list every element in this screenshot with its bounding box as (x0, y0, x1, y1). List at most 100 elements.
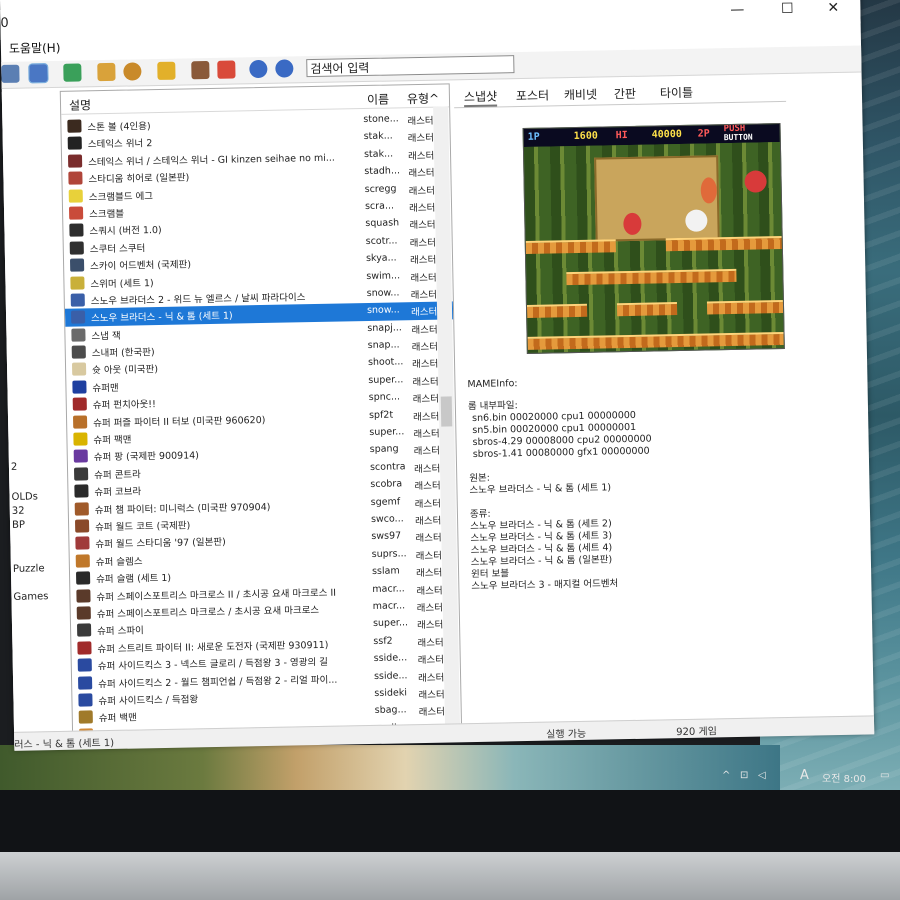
game-icon (71, 328, 86, 342)
game-icon (74, 501, 89, 516)
hud-hiscore: 40000 (651, 128, 682, 141)
input-language[interactable]: A (800, 768, 809, 783)
game-shortname: stone... (363, 113, 399, 126)
network-icon[interactable]: ⊡ (740, 770, 748, 781)
folder-item[interactable]: 2 (11, 462, 18, 473)
game-icon (77, 658, 92, 672)
game-icon (71, 362, 87, 377)
tab-marquee[interactable]: 간판 (614, 85, 636, 102)
game-shortname: suprs... (371, 548, 407, 560)
image-icon[interactable] (217, 60, 236, 79)
game-shortname: swco... (370, 513, 404, 525)
column-type[interactable]: 유형^ (407, 90, 439, 108)
snapshot-platform (706, 300, 784, 315)
snapshot-platform (616, 302, 678, 317)
column-description[interactable]: 설명 (69, 96, 91, 113)
game-type: 래스터 (414, 480, 441, 493)
game-type: 래스터 (415, 532, 442, 545)
game-shortname: scobra (370, 478, 403, 491)
game-type: 래스터 (408, 167, 435, 180)
clock[interactable]: 오전 8:00 (822, 770, 866, 785)
folder-item[interactable]: OLDs (11, 491, 38, 503)
game-type: 래스터 (416, 619, 444, 632)
game-icon (76, 623, 92, 637)
game-shortname: super... (369, 426, 405, 439)
game-shortname: snow... (366, 287, 400, 299)
game-type: 래스터 (414, 498, 442, 510)
game-type: 래스터 (418, 689, 445, 701)
game-icon (78, 693, 93, 707)
game-shortname: macr... (372, 582, 405, 595)
game-list: 설명 이름 유형^ 스톤 볼 (4인용) stone... 래스터 스테익스 위너 2… (59, 83, 463, 733)
game-icon (75, 536, 90, 551)
game-type: 래스터 (415, 550, 443, 562)
game-shortname: scra... (364, 200, 395, 212)
game-type: 래스터 (416, 602, 444, 615)
game-icon (77, 641, 92, 655)
reload-icon[interactable] (63, 63, 82, 82)
game-icon (69, 241, 84, 255)
game-icon (72, 380, 87, 394)
folder-icon[interactable] (97, 62, 116, 82)
status-game-count: 920 게임 (676, 726, 717, 739)
folder-item[interactable]: BP (12, 520, 25, 531)
game-shortname: ssf2 (373, 635, 393, 647)
game-type: 래스터 (414, 515, 442, 528)
tab-title[interactable]: 타이틀 (660, 84, 693, 102)
column-name[interactable]: 이름 (367, 91, 389, 108)
game-shortname: super... (372, 617, 409, 630)
game-options-icon[interactable] (191, 60, 210, 80)
game-icon (68, 189, 83, 203)
game-shortname: snap... (367, 339, 400, 352)
game-type: 래스터 (409, 254, 437, 267)
game-icon (76, 606, 91, 620)
tab-poster[interactable]: 포스터 (516, 86, 549, 104)
game-icon (72, 397, 87, 411)
refresh-view-icon[interactable] (28, 63, 49, 84)
game-icon (76, 588, 91, 603)
menu-help[interactable]: 도움말(H) (9, 39, 61, 57)
home-icon[interactable] (157, 61, 176, 80)
game-icon (78, 710, 93, 724)
game-shortname: skya... (365, 252, 397, 265)
game-shortname: scotr... (365, 235, 398, 247)
game-shortname: scontra (369, 461, 406, 473)
snapshot-platform (525, 239, 616, 254)
search-input[interactable]: 검색어 입력 (306, 55, 515, 78)
notification-icon[interactable]: ▭ (880, 770, 889, 781)
snapshot-platform (526, 303, 588, 318)
tab-cabinet[interactable]: 캐비넷 (564, 86, 597, 104)
game-type: 래스터 (413, 446, 441, 458)
snapshot-platform (665, 236, 782, 252)
minimize-button[interactable]: — (722, 2, 752, 19)
game-icon (67, 136, 82, 151)
folder-item[interactable]: Games (13, 591, 48, 603)
game-shortname: sgemf (370, 496, 401, 508)
volume-icon[interactable]: ◁ (758, 770, 766, 781)
folder-item[interactable]: 32 (12, 506, 25, 517)
game-type: 래스터 (412, 393, 440, 406)
game-icon (67, 119, 82, 133)
app-window: 0 — ☐ ✕ 도움말(H) 검색어 입력 2 OLDs 32 BP Puzzl… (0, 0, 875, 751)
game-type: 래스터 (407, 150, 435, 162)
tab-snapshot[interactable]: 스냅샷 (463, 87, 498, 108)
maximize-button[interactable]: ☐ (772, 1, 802, 18)
close-button[interactable]: ✕ (818, 0, 848, 16)
info-icon[interactable] (249, 59, 268, 79)
game-type: 래스터 (408, 185, 436, 197)
game-shortname: spf2t (368, 409, 394, 421)
hud-score: 1600 (573, 130, 598, 143)
game-type: 래스터 (416, 585, 443, 597)
status-runnable: 실행 가능 (546, 728, 587, 741)
scrollbar-thumb[interactable] (440, 396, 453, 427)
tray-up-icon[interactable]: ^ (722, 770, 730, 781)
cookie-icon[interactable] (123, 62, 142, 81)
enemy-sprite (700, 177, 718, 204)
folder-item[interactable]: Puzzle (13, 563, 45, 575)
game-shortname: sslam (371, 565, 400, 578)
game-shortname: sside... (373, 652, 408, 665)
window-title: 0 (0, 15, 9, 31)
status-selected-game: 러스 - 닉 & 톰 (세트 1) (14, 737, 115, 751)
list-view-icon[interactable] (1, 64, 20, 83)
help-icon[interactable] (275, 59, 294, 78)
